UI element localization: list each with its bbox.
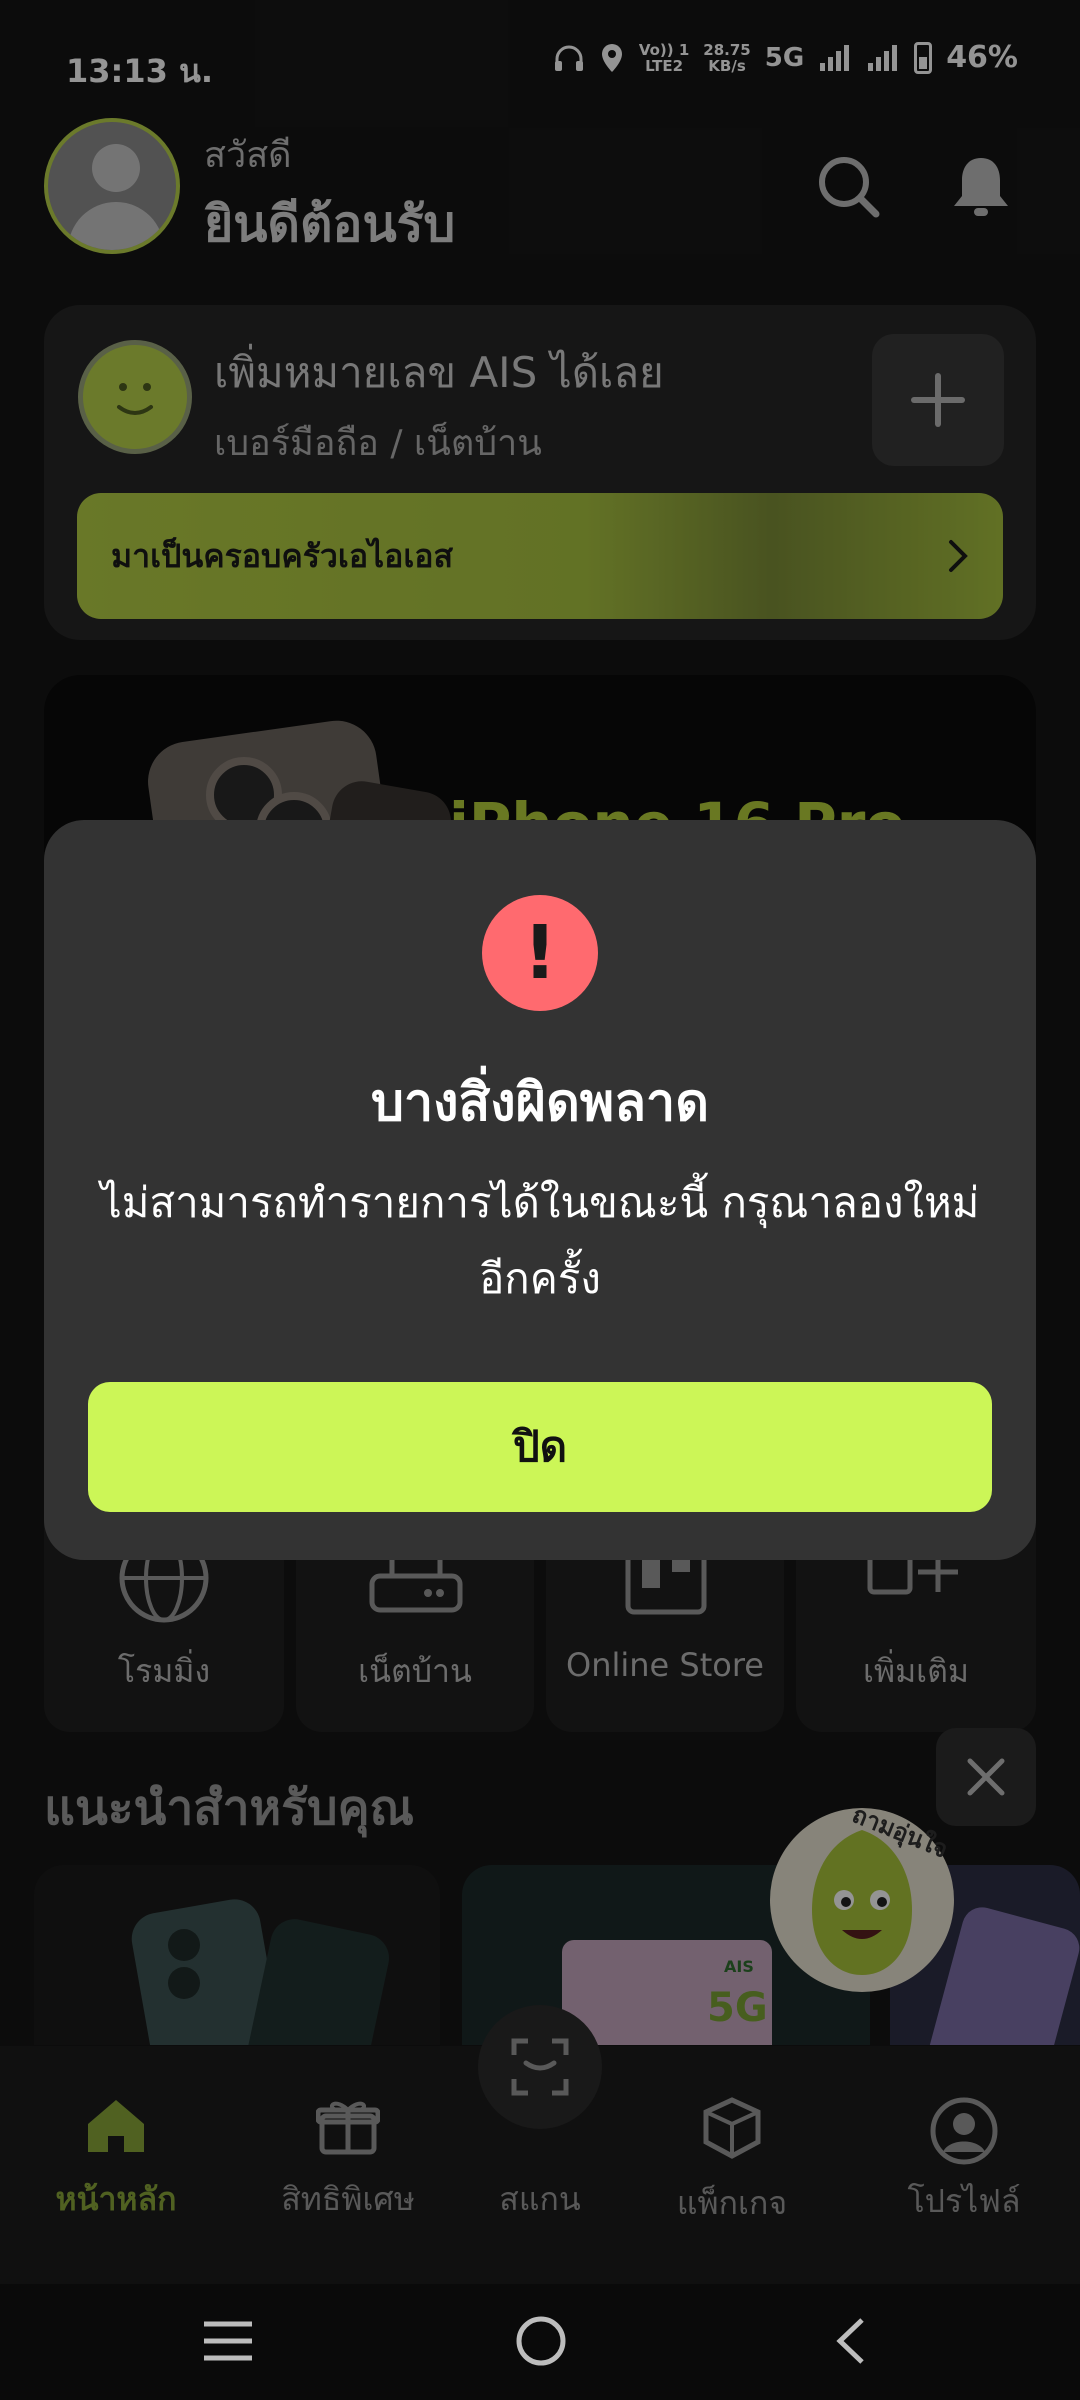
- menu-icon[interactable]: [200, 2318, 256, 2364]
- system-nav-bar: [0, 2284, 1080, 2400]
- error-dialog: ! บางสิ่งผิดพลาด ไม่สามารถทำรายการได้ในข…: [44, 820, 1036, 1560]
- back-icon[interactable]: [830, 2314, 870, 2368]
- error-icon: !: [482, 895, 598, 1011]
- dialog-message: ไม่สามารถทำรายการได้ในขณะนี้ กรุณาลองใหม…: [100, 1178, 980, 1303]
- dialog-title: บางสิ่งผิดพลาด: [370, 1073, 710, 1133]
- close-button[interactable]: ปิด: [88, 1382, 992, 1512]
- home-circle-icon[interactable]: [514, 2314, 568, 2368]
